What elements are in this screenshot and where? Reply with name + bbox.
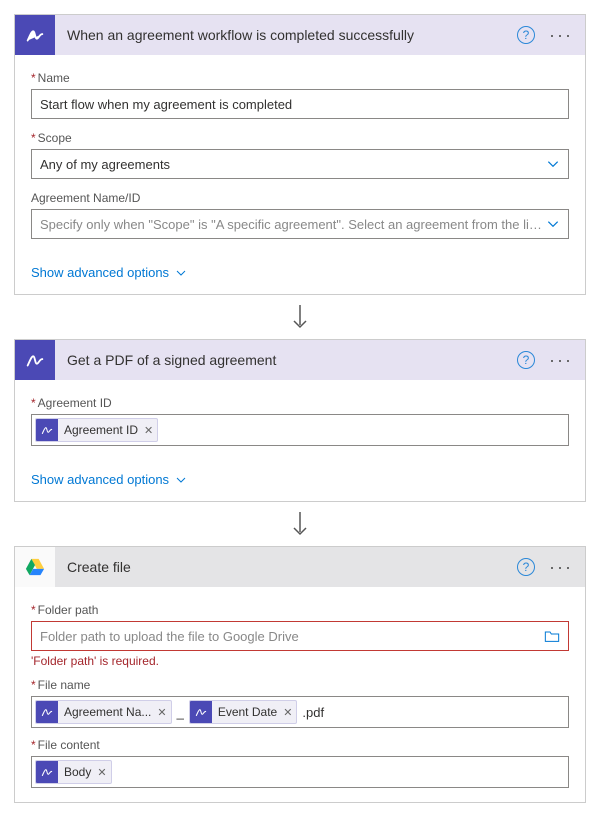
folder-picker-icon[interactable]: [544, 629, 560, 643]
step3-header[interactable]: Create file ? ···: [15, 547, 585, 587]
more-menu-icon[interactable]: ···: [545, 562, 577, 572]
show-adv-label: Show advanced options: [31, 472, 169, 487]
adobe-sign-icon: [36, 701, 58, 723]
remove-token-icon[interactable]: ✕: [97, 766, 106, 779]
token-label: Body: [64, 765, 91, 779]
token-event-date[interactable]: Event Date ✕: [189, 700, 298, 724]
chevron-down-icon: [175, 267, 187, 279]
agreement-placeholder: Specify only when "Scope" is "A specific…: [40, 217, 546, 232]
step1-body: Name Scope Any of my agreements Agreemen…: [15, 55, 585, 253]
help-icon[interactable]: ?: [517, 558, 535, 576]
agreement-id-input[interactable]: Agreement ID ✕: [31, 414, 569, 446]
adobe-sign-icon: [15, 15, 55, 55]
token-agreement-id[interactable]: Agreement ID ✕: [35, 418, 158, 442]
token-label: Event Date: [218, 705, 277, 719]
filename-separator: _: [177, 705, 184, 720]
step2-body: Agreement ID Agreement ID ✕: [15, 380, 585, 460]
step3-title: Create file: [55, 559, 517, 575]
show-advanced-options[interactable]: Show advanced options: [15, 253, 585, 294]
step1-header[interactable]: When an agreement workflow is completed …: [15, 15, 585, 55]
adobe-sign-icon: [190, 701, 212, 723]
chevron-down-icon: [546, 217, 560, 231]
adobe-sign-icon: [36, 761, 58, 783]
adobe-sign-icon: [36, 419, 58, 441]
agreement-id-label: Agreement ID: [31, 396, 569, 410]
help-icon[interactable]: ?: [517, 26, 535, 44]
agreement-select[interactable]: Specify only when "Scope" is "A specific…: [31, 209, 569, 239]
step1-title: When an agreement workflow is completed …: [55, 27, 517, 43]
step2-header[interactable]: Get a PDF of a signed agreement ? ···: [15, 340, 585, 380]
name-input[interactable]: [31, 89, 569, 119]
filename-label: File name: [31, 678, 569, 692]
more-menu-icon[interactable]: ···: [545, 355, 577, 365]
flow-arrow-icon: [14, 510, 586, 538]
step-create-file: Create file ? ··· Folder path Folder pat…: [14, 546, 586, 803]
folder-path-label: Folder path: [31, 603, 569, 617]
remove-token-icon[interactable]: ✕: [283, 706, 292, 719]
scope-label: Scope: [31, 131, 569, 145]
adobe-sign-icon: [15, 340, 55, 380]
google-drive-icon: [15, 547, 55, 587]
name-label: Name: [31, 71, 569, 85]
filename-suffix: .pdf: [302, 705, 324, 720]
folder-path-input[interactable]: Folder path to upload the file to Google…: [31, 621, 569, 651]
filecontent-input[interactable]: Body ✕: [31, 756, 569, 788]
filename-input[interactable]: Agreement Na... ✕ _ Event Date ✕ .pdf: [31, 696, 569, 728]
folder-path-placeholder: Folder path to upload the file to Google…: [40, 629, 544, 644]
scope-select[interactable]: Any of my agreements: [31, 149, 569, 179]
step-when-agreement-completed: When an agreement workflow is completed …: [14, 14, 586, 295]
token-label: Agreement ID: [64, 423, 138, 437]
more-menu-icon[interactable]: ···: [545, 30, 577, 40]
filecontent-label: File content: [31, 738, 569, 752]
help-icon[interactable]: ?: [517, 351, 535, 369]
token-agreement-name[interactable]: Agreement Na... ✕: [35, 700, 172, 724]
flow-arrow-icon: [14, 303, 586, 331]
show-advanced-options[interactable]: Show advanced options: [15, 460, 585, 501]
chevron-down-icon: [175, 474, 187, 486]
remove-token-icon[interactable]: ✕: [144, 424, 153, 437]
remove-token-icon[interactable]: ✕: [157, 706, 166, 719]
step3-body: Folder path Folder path to upload the fi…: [15, 587, 585, 802]
scope-value: Any of my agreements: [40, 157, 546, 172]
show-adv-label: Show advanced options: [31, 265, 169, 280]
agreement-label: Agreement Name/ID: [31, 191, 569, 205]
step2-title: Get a PDF of a signed agreement: [55, 352, 517, 368]
step-get-pdf: Get a PDF of a signed agreement ? ··· Ag…: [14, 339, 586, 502]
token-label: Agreement Na...: [64, 705, 151, 719]
chevron-down-icon: [546, 157, 560, 171]
folder-path-error: 'Folder path' is required.: [31, 654, 569, 668]
